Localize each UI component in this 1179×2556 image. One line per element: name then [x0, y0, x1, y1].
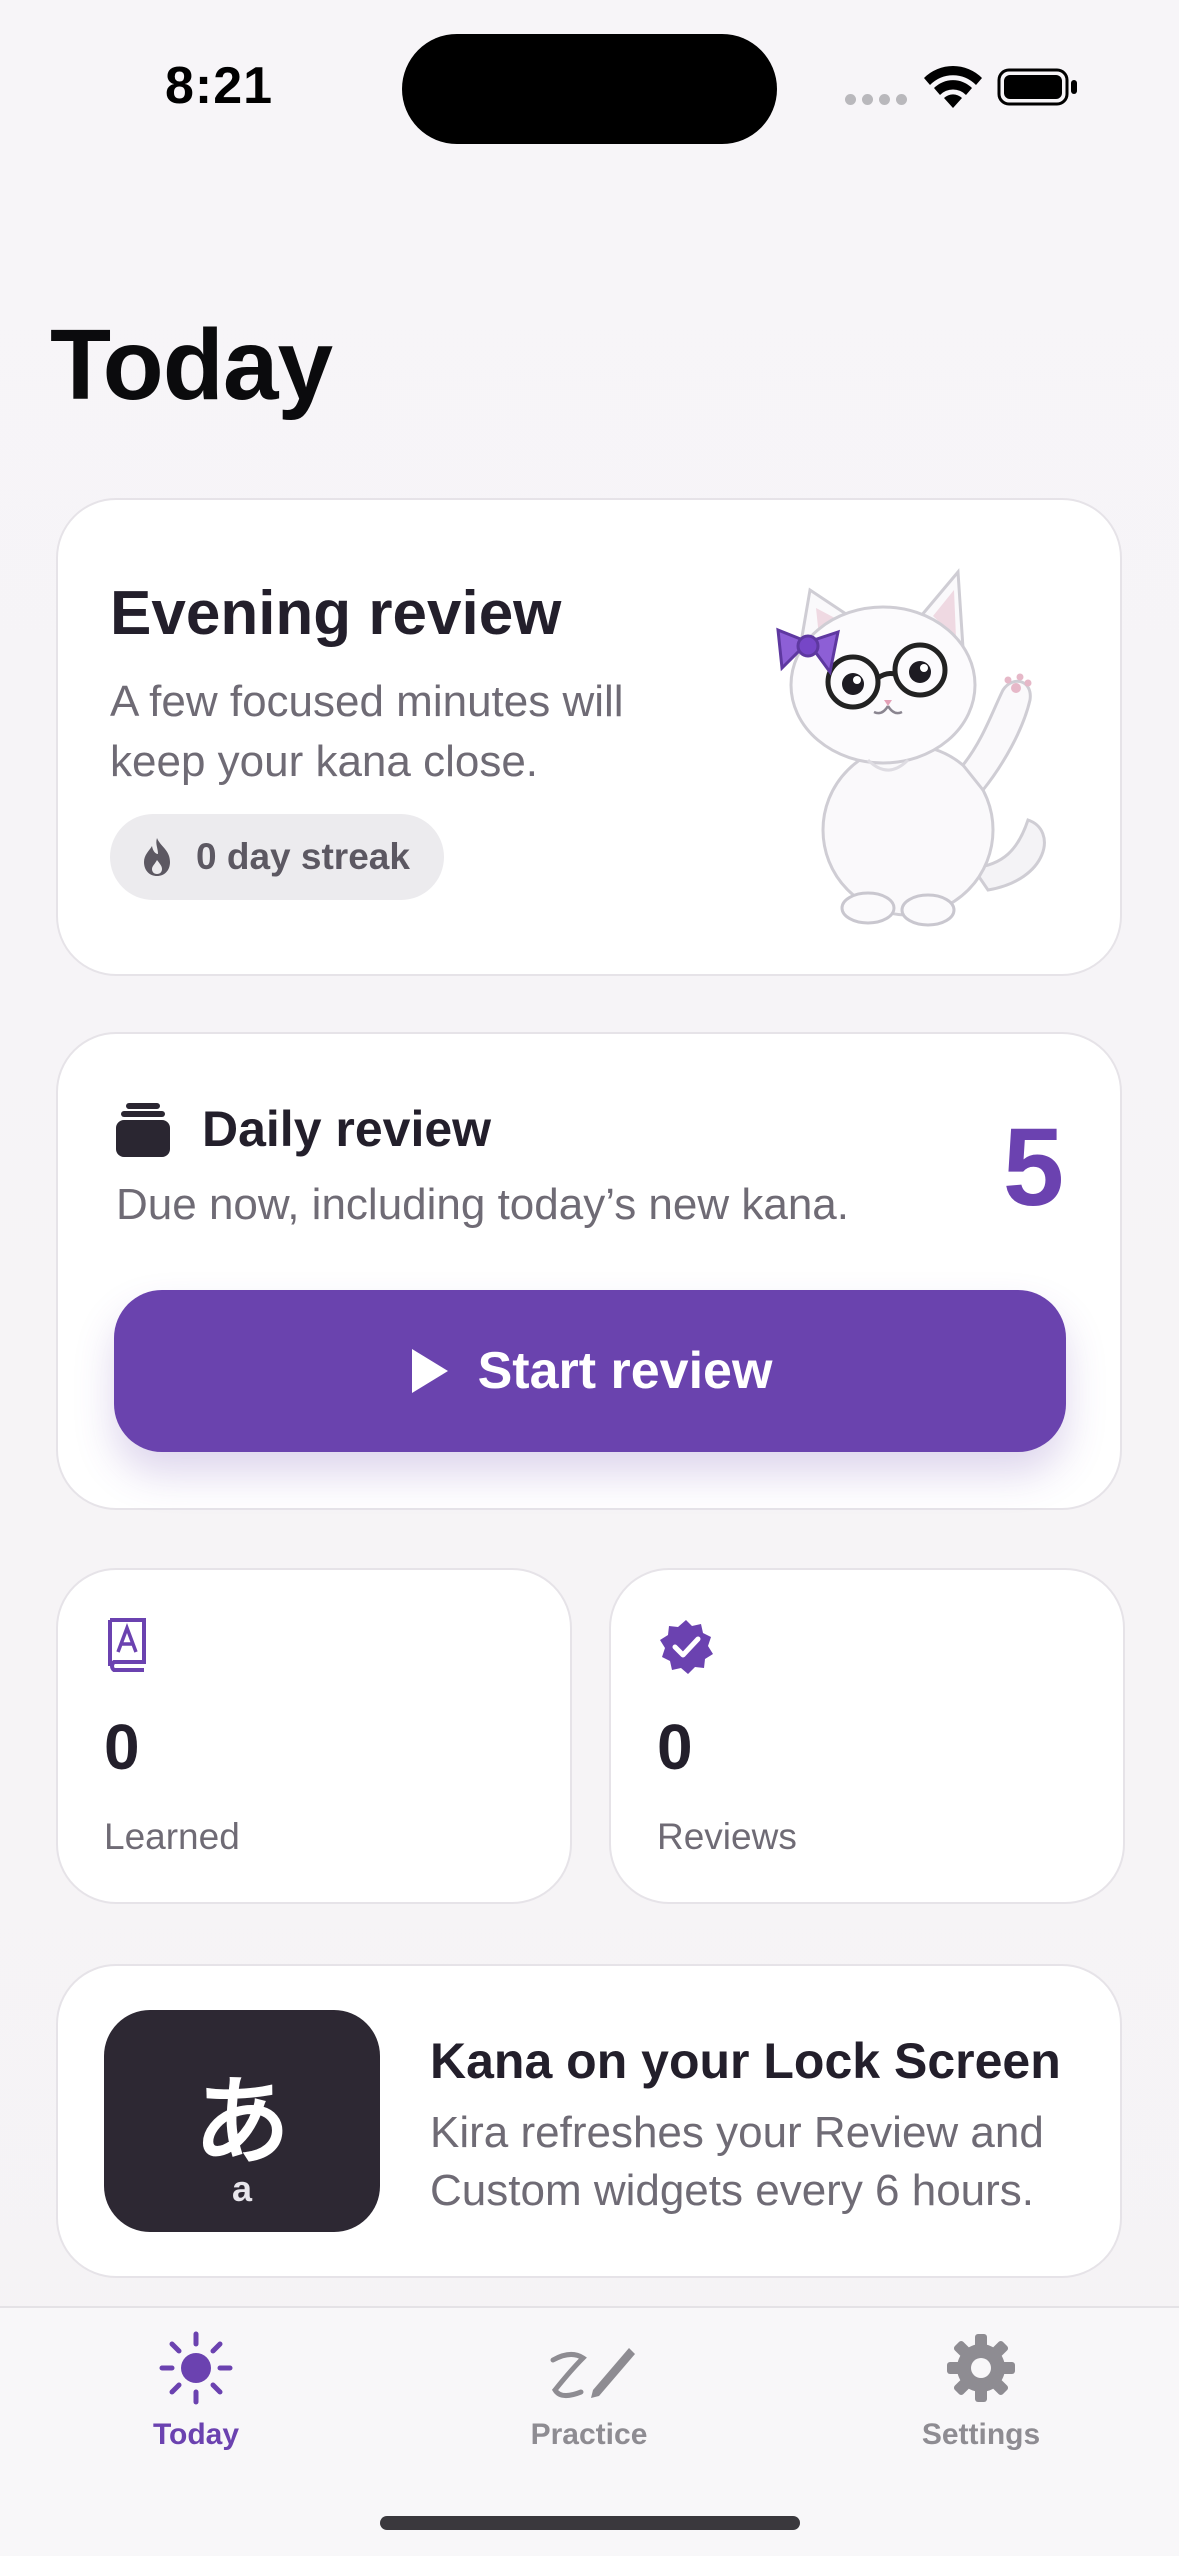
tab-today-label: Today — [152, 2418, 240, 2451]
status-time: 8:21 — [165, 57, 274, 115]
stack-icon — [116, 1103, 170, 1157]
learned-value: 0 — [104, 1711, 140, 1783]
lock-screen-widget-card[interactable]: あ a Kana on your Lock Screen Kira refres… — [56, 1964, 1122, 2278]
handwriting-pencil-icon — [550, 2348, 635, 2398]
tab-settings-label: Settings — [921, 2418, 1041, 2451]
book-icon — [108, 1618, 146, 1672]
dynamic-island — [402, 34, 777, 144]
evening-review-subtitle: A few focused minutes will keep your kan… — [110, 677, 624, 786]
daily-review-title: Daily review — [202, 1101, 492, 1157]
lock-screen-title: Kana on your Lock Screen — [430, 2033, 1061, 2089]
tab-settings[interactable]: Settings — [831, 2308, 1131, 2458]
reviews-label: Reviews — [657, 1816, 797, 1857]
daily-review-card: Daily review Due now, including today’s … — [56, 1032, 1122, 1510]
verified-badge-icon — [660, 1620, 713, 1674]
daily-review-header: Daily review — [116, 1100, 491, 1158]
kana-widget-preview: あ a — [104, 2010, 380, 2232]
cellular-signal-icon — [845, 94, 907, 105]
page-title: Today — [50, 309, 333, 421]
learned-stat-card: 0 Learned — [56, 1568, 572, 1904]
tab-today[interactable]: Today — [46, 2308, 346, 2458]
today-screen: 8:21 Today Evening review A few focused … — [0, 0, 1179, 2556]
start-review-button[interactable]: Start review — [114, 1290, 1066, 1452]
kana-romaji: a — [231, 2168, 253, 2209]
learned-label: Learned — [104, 1816, 240, 1857]
wifi-icon — [924, 65, 982, 108]
evening-review-card: Evening review A few focused minutes wil… — [56, 498, 1122, 976]
evening-review-title: Evening review — [110, 579, 562, 648]
kana-character: あ — [194, 2066, 290, 2178]
lock-screen-subtitle: Kira refreshes your Review and Custom wi… — [430, 2108, 1044, 2215]
gear-icon — [947, 2334, 1015, 2402]
cat-mascot-illustration — [776, 568, 1046, 927]
streak-label: 0 day streak — [196, 836, 410, 877]
flame-icon — [144, 838, 170, 876]
daily-review-subtitle: Due now, including today’s new kana. — [116, 1180, 850, 1229]
play-icon — [411, 1349, 448, 1393]
tab-practice-label: Practice — [530, 2418, 648, 2451]
tab-practice[interactable]: Practice — [439, 2308, 739, 2458]
reviews-stat-card: 0 Reviews — [609, 1568, 1125, 1904]
streak-badge: 0 day streak — [110, 814, 444, 900]
battery-icon — [997, 68, 1077, 106]
home-indicator[interactable] — [380, 2516, 800, 2530]
start-review-label: Start review — [477, 1342, 773, 1400]
due-count: 5 — [1002, 1106, 1064, 1229]
reviews-value: 0 — [657, 1711, 693, 1783]
sun-icon — [159, 2331, 233, 2405]
